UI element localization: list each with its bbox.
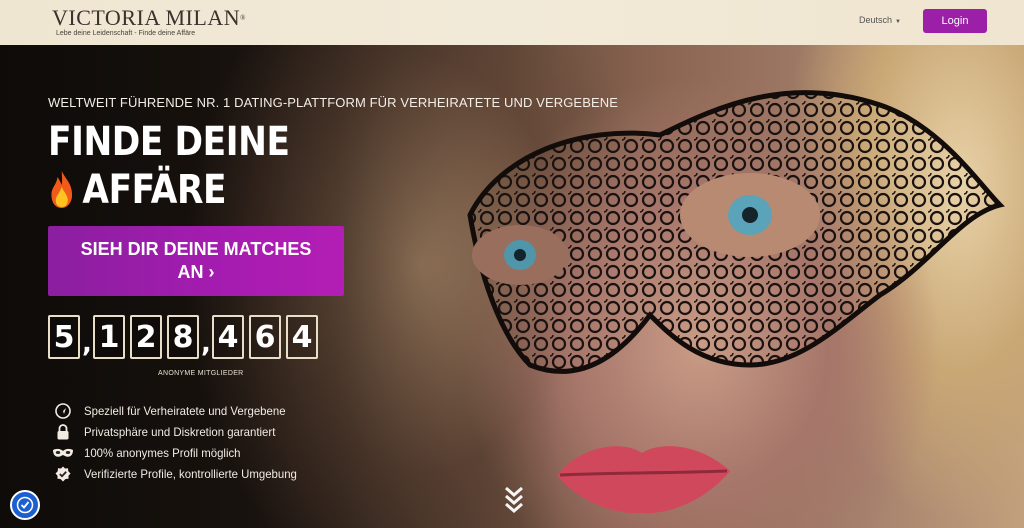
counter-digit: 1 — [93, 315, 125, 359]
see-matches-button[interactable]: SIEH DIR DEINE MATCHES AN › — [48, 226, 344, 296]
feature-item: Verifizierte Profile, kontrollierte Umge… — [52, 463, 308, 484]
counter-digit: 4 — [286, 315, 318, 359]
location-pin-icon — [52, 402, 74, 419]
hero-headline: FINDE DEINE AFFÄRE — [48, 118, 290, 214]
feature-item: Privatsphäre und Diskretion garantiert — [52, 421, 308, 442]
lock-icon — [52, 423, 74, 440]
counter-digit: 6 — [249, 315, 281, 359]
feature-text: Speziell für Verheiratete und Vergebene — [84, 403, 286, 418]
verified-badge-icon — [52, 466, 74, 482]
language-label: Deutsch — [859, 15, 893, 25]
top-header: VICTORIA MILAN® Lebe deine Leidenschaft … — [0, 0, 1024, 45]
counter-digit: 4 — [212, 315, 244, 359]
counter-digit: 8 — [167, 315, 199, 359]
hero-tagline: WELTWEIT FÜHRENDE NR. 1 DATING-PLATTFORM… — [48, 95, 618, 110]
caret-down-icon: ▼ — [895, 19, 901, 25]
feature-text: Privatsphäre und Diskretion garantiert — [84, 424, 276, 439]
scroll-down-chevron-icon[interactable] — [503, 484, 525, 514]
headline-line-1: FINDE DEINE — [48, 119, 290, 165]
feature-list: Speziell für Verheiratete und Vergebene … — [52, 400, 308, 484]
lace-mask-graphic — [467, 90, 1005, 374]
fire-icon — [51, 171, 73, 208]
login-button[interactable]: Login — [923, 9, 987, 33]
feature-item: 100% anonymes Profil möglich — [52, 442, 308, 463]
headline-line-2: AFFÄRE — [48, 166, 290, 214]
logo-tagline: Lebe deine Leidenschaft - Finde deine Af… — [56, 30, 196, 37]
accessibility-button[interactable] — [10, 490, 40, 520]
counter-digit: 2 — [130, 315, 162, 359]
counter-separator: , — [201, 329, 211, 359]
counter-label: ANONYME MITGLIEDER — [158, 370, 244, 377]
logo-wordmark: VICTORIA MILAN® — [52, 5, 246, 30]
headline-line-2-text: AFFÄRE — [82, 167, 227, 213]
lips-graphic — [557, 446, 730, 514]
victoria-milan-logo[interactable]: VICTORIA MILAN® Lebe deine Leidenschaft … — [52, 6, 245, 40]
feature-text: 100% anonymes Profil möglich — [84, 445, 241, 460]
mask-icon — [52, 445, 74, 461]
counter-digit: 5 — [48, 315, 80, 359]
language-selector[interactable]: Deutsch ▼ — [859, 15, 901, 25]
accessibility-icon — [16, 496, 34, 514]
feature-item: Speziell für Verheiratete und Vergebene — [52, 400, 308, 421]
counter-separator: , — [82, 329, 92, 359]
feature-text: Verifizierte Profile, kontrollierte Umge… — [84, 466, 297, 481]
member-counter: 5 , 1 2 8 , 4 6 4 — [48, 313, 323, 359]
